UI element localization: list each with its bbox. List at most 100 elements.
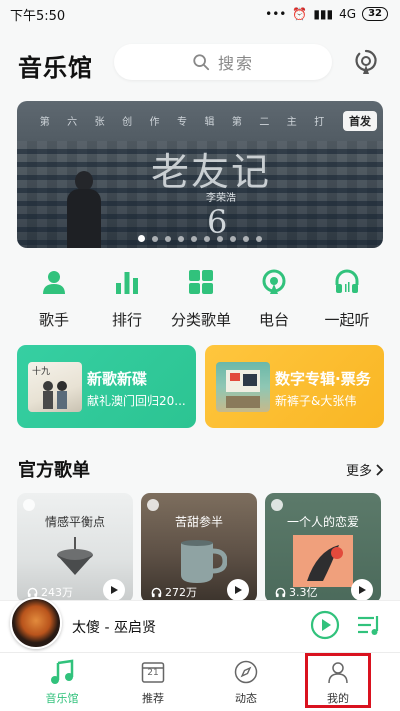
flower-art-image bbox=[293, 535, 353, 587]
chevron-right-icon bbox=[376, 463, 384, 476]
svg-text:十九: 十九 bbox=[32, 365, 50, 377]
banner-strip-char: 作 bbox=[149, 116, 160, 128]
category-label: 一起听 bbox=[324, 311, 370, 329]
official-mark-icon bbox=[23, 499, 35, 511]
headphones-small-icon bbox=[275, 587, 286, 597]
music-recognize-button[interactable] bbox=[350, 46, 382, 78]
carousel-dot[interactable] bbox=[230, 235, 236, 242]
playlist-name: 情感平衡点 bbox=[44, 515, 105, 529]
category-playlist[interactable]: 分类歌单 bbox=[161, 268, 241, 330]
tab-label: 动态 bbox=[235, 692, 257, 705]
signal-icon: ▮▮▮ bbox=[313, 7, 334, 21]
banner-album-title: 老友记 bbox=[151, 150, 272, 194]
carousel-dot[interactable] bbox=[256, 235, 262, 242]
banner-strip-char: 辑 bbox=[204, 116, 215, 128]
tab-label: 音乐馆 bbox=[45, 692, 79, 705]
promo-title: 新歌新碟 bbox=[87, 370, 148, 388]
play-count: 272万 bbox=[151, 584, 197, 600]
radio-icon bbox=[260, 268, 288, 296]
promo-new-releases[interactable]: 十九 新歌新碟 献礼澳门回归20... bbox=[17, 345, 196, 428]
status-bar: 下午5:50 ••• ⏰ ▮▮▮ 4G 32 bbox=[0, 0, 400, 28]
singer-icon bbox=[40, 268, 68, 296]
compass-icon bbox=[232, 658, 260, 686]
more-button[interactable]: 更多 bbox=[346, 460, 384, 479]
headphones-small-icon bbox=[151, 587, 162, 597]
search-placeholder: 搜索 bbox=[217, 54, 254, 73]
chart-bars-icon bbox=[113, 268, 141, 296]
play-icon bbox=[235, 586, 242, 594]
play-count-value: 243万 bbox=[41, 586, 73, 599]
now-playing-title: 太傻 - 巫启贤 bbox=[72, 620, 156, 636]
carousel-indicator bbox=[17, 235, 383, 242]
player-play-button[interactable] bbox=[310, 610, 340, 640]
more-dots-icon: ••• bbox=[265, 7, 287, 21]
music-note-icon bbox=[48, 658, 76, 686]
carousel-dot[interactable] bbox=[178, 235, 184, 242]
recognize-icon bbox=[355, 49, 377, 74]
category-label: 电台 bbox=[258, 311, 289, 329]
banner-strip-char: 创 bbox=[122, 116, 133, 128]
status-time: 下午5:50 bbox=[10, 8, 66, 24]
headphones-icon bbox=[333, 268, 361, 296]
carousel-dot[interactable] bbox=[165, 235, 171, 242]
carousel-dot[interactable] bbox=[204, 235, 210, 242]
banner-carousel[interactable]: 第 六 张 创 作 专 辑 第 二 主 打 首发 老友记 李荣浩 6 bbox=[17, 101, 383, 248]
banner-strip-char: 第 bbox=[231, 116, 242, 128]
banner-artist: 李荣浩 bbox=[206, 193, 236, 204]
more-label: 更多 bbox=[345, 464, 372, 479]
play-button[interactable] bbox=[351, 579, 373, 601]
spinning-top-image bbox=[57, 537, 93, 575]
banner-strip-char: 张 bbox=[94, 116, 105, 128]
category-singer[interactable]: 歌手 bbox=[14, 268, 94, 330]
category-listen-together[interactable]: 一起听 bbox=[307, 268, 387, 330]
playlist-card[interactable]: 苦甜参半 272万 bbox=[141, 493, 257, 603]
network-type: 4G bbox=[339, 7, 357, 21]
mini-player[interactable]: 太傻 - 巫启贤 bbox=[0, 597, 400, 652]
promo-digital-album[interactable]: 数字专辑·票务 新裤子&大张伟 bbox=[205, 345, 384, 428]
tab-moments[interactable]: 动态 bbox=[206, 658, 286, 706]
play-circle-icon bbox=[310, 610, 340, 640]
promo-thumbnail bbox=[216, 362, 270, 412]
banner-strip-char: 主 bbox=[286, 116, 297, 128]
playlist-card[interactable]: 一个人的恋爱 3.3亿 bbox=[265, 493, 381, 603]
section-title: 官方歌单 bbox=[18, 460, 90, 481]
banner-strip-char: 第 bbox=[39, 116, 50, 128]
play-count: 3.3亿 bbox=[275, 584, 318, 600]
category-chart[interactable]: 排行 bbox=[87, 268, 167, 330]
carousel-dot[interactable] bbox=[243, 235, 249, 242]
headphones-small-icon bbox=[27, 587, 38, 597]
status-indicators: ••• ⏰ ▮▮▮ 4G 32 bbox=[265, 7, 388, 21]
top-header: 音乐馆 搜索 bbox=[0, 40, 400, 84]
category-radio[interactable]: 电台 bbox=[234, 268, 314, 330]
play-button[interactable] bbox=[103, 579, 125, 601]
play-icon bbox=[359, 586, 366, 594]
category-row: 歌手 排行 分类歌单 电台 一起听 bbox=[0, 268, 400, 334]
official-mark-icon bbox=[271, 499, 283, 511]
playlist-card[interactable]: 情感平衡点 243万 bbox=[17, 493, 133, 603]
play-button[interactable] bbox=[227, 579, 249, 601]
category-label: 歌手 bbox=[38, 311, 69, 329]
tab-music-hall[interactable]: 音乐馆 bbox=[22, 658, 102, 706]
calendar-icon: 21 bbox=[139, 658, 167, 686]
carousel-dot[interactable] bbox=[217, 235, 223, 242]
search-bar[interactable]: 搜索 bbox=[114, 44, 332, 80]
banner-strip-char: 专 bbox=[176, 116, 187, 128]
banner-strip-char: 打 bbox=[314, 116, 325, 128]
carousel-dot[interactable] bbox=[191, 235, 197, 242]
mug-image bbox=[181, 540, 227, 583]
carousel-dot[interactable] bbox=[138, 235, 145, 242]
battery-indicator: 32 bbox=[362, 7, 388, 21]
now-playing-cover[interactable] bbox=[10, 597, 62, 649]
playlist-queue-button[interactable] bbox=[356, 612, 382, 638]
banner-badge: 首发 bbox=[343, 111, 377, 131]
alarm-icon: ⏰ bbox=[292, 7, 308, 21]
tab-label: 推荐 bbox=[142, 692, 164, 705]
grid-icon bbox=[187, 268, 215, 296]
tab-recommend[interactable]: 21 推荐 bbox=[113, 658, 193, 706]
official-mark-icon bbox=[147, 499, 159, 511]
banner-strip-char: 二 bbox=[259, 116, 270, 128]
carousel-dot[interactable] bbox=[152, 235, 158, 242]
play-count-value: 3.3亿 bbox=[289, 586, 318, 599]
promo-thumbnail: 十九 bbox=[28, 362, 82, 412]
official-playlists-header: 官方歌单 更多 bbox=[0, 456, 400, 482]
